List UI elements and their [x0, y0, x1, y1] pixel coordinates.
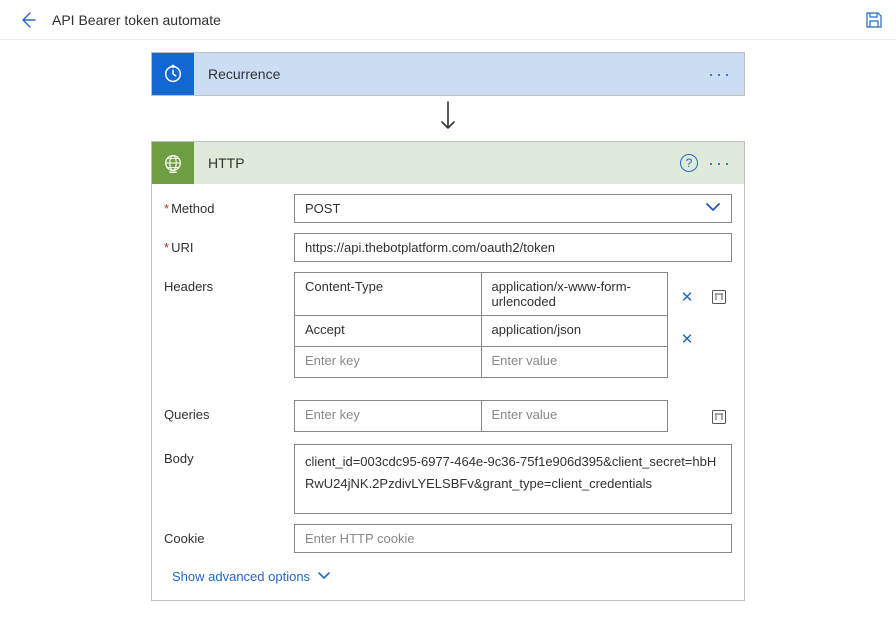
headers-template-col	[706, 272, 732, 322]
help-icon[interactable]: ?	[680, 154, 698, 172]
headers-remove-col: ✕ ✕	[674, 272, 700, 390]
method-select[interactable]: POST	[294, 194, 732, 223]
header-value-input[interactable]: Enter value	[481, 347, 668, 377]
queries-remove-col	[674, 400, 700, 434]
label-uri: URI	[164, 233, 294, 255]
show-advanced-link[interactable]: Show advanced options	[164, 563, 338, 586]
query-row-empty: Enter key Enter value	[294, 400, 668, 432]
body-input[interactable]: client_id=003cdc95-6977-464e-9c36-75f1e9…	[294, 444, 732, 514]
http-card: HTTP ? ··· Method POST	[151, 141, 745, 601]
query-key-input[interactable]: Enter key	[295, 401, 481, 431]
uri-input[interactable]: https://api.thebotplatform.com/oauth2/to…	[294, 233, 732, 262]
query-value-input[interactable]: Enter value	[481, 401, 668, 431]
http-icon	[152, 142, 194, 184]
row-cookie: Cookie Enter HTTP cookie	[164, 524, 732, 553]
row-queries: Queries Enter key Enter value	[164, 400, 732, 434]
chevron-down-icon	[318, 570, 330, 584]
header-key-input[interactable]: Enter key	[295, 347, 481, 377]
label-method: Method	[164, 194, 294, 216]
header-value-input[interactable]: application/json	[481, 316, 668, 346]
recurrence-card[interactable]: Recurrence ···	[151, 52, 745, 96]
header-row: Accept application/json	[294, 316, 668, 347]
topbar-left: API Bearer token automate	[18, 10, 221, 30]
label-cookie: Cookie	[164, 524, 294, 546]
recurrence-actions: ···	[708, 65, 744, 83]
header-row: Content-Type application/x-www-form-urle…	[294, 272, 668, 316]
text-mode-button[interactable]	[711, 289, 727, 305]
http-actions: ? ···	[680, 154, 744, 172]
back-arrow-icon[interactable]	[18, 10, 38, 30]
http-body: Method POST URI https://api.thebotplatfo…	[152, 184, 744, 600]
row-method: Method POST	[164, 194, 732, 223]
connector-arrow-icon	[438, 100, 458, 137]
text-mode-button[interactable]	[711, 409, 727, 425]
cookie-input[interactable]: Enter HTTP cookie	[294, 524, 732, 553]
topbar: API Bearer token automate	[0, 0, 896, 40]
recurrence-header[interactable]: Recurrence ···	[152, 53, 744, 95]
method-value: POST	[305, 201, 340, 216]
http-header[interactable]: HTTP ? ···	[152, 142, 744, 184]
header-row-empty: Enter key Enter value	[294, 347, 668, 378]
more-menu-icon[interactable]: ···	[708, 65, 732, 83]
flow-canvas: Recurrence ··· HTTP ? ··· Method	[0, 40, 896, 621]
label-body: Body	[164, 444, 294, 466]
http-title: HTTP	[194, 155, 680, 171]
header-value-input[interactable]: application/x-www-form-urlencoded	[481, 273, 668, 315]
chevron-down-icon	[705, 201, 721, 216]
row-body: Body client_id=003cdc95-6977-464e-9c36-7…	[164, 444, 732, 514]
page-title: API Bearer token automate	[52, 12, 221, 28]
recurrence-icon	[152, 53, 194, 95]
row-uri: URI https://api.thebotplatform.com/oauth…	[164, 233, 732, 262]
row-headers: Headers Content-Type application/x-www-f…	[164, 272, 732, 390]
queries-template-col	[706, 400, 732, 434]
remove-header-button[interactable]: ✕	[681, 330, 694, 348]
remove-header-button[interactable]: ✕	[681, 288, 694, 306]
save-icon[interactable]	[864, 10, 884, 30]
header-key-input[interactable]: Content-Type	[295, 273, 481, 315]
headers-table: Content-Type application/x-www-form-urle…	[294, 272, 668, 378]
queries-table: Enter key Enter value	[294, 400, 668, 432]
more-menu-icon[interactable]: ···	[708, 154, 732, 172]
label-headers: Headers	[164, 272, 294, 294]
recurrence-title: Recurrence	[194, 66, 708, 82]
advanced-link-label: Show advanced options	[172, 569, 310, 584]
header-key-input[interactable]: Accept	[295, 316, 481, 346]
label-queries: Queries	[164, 400, 294, 422]
